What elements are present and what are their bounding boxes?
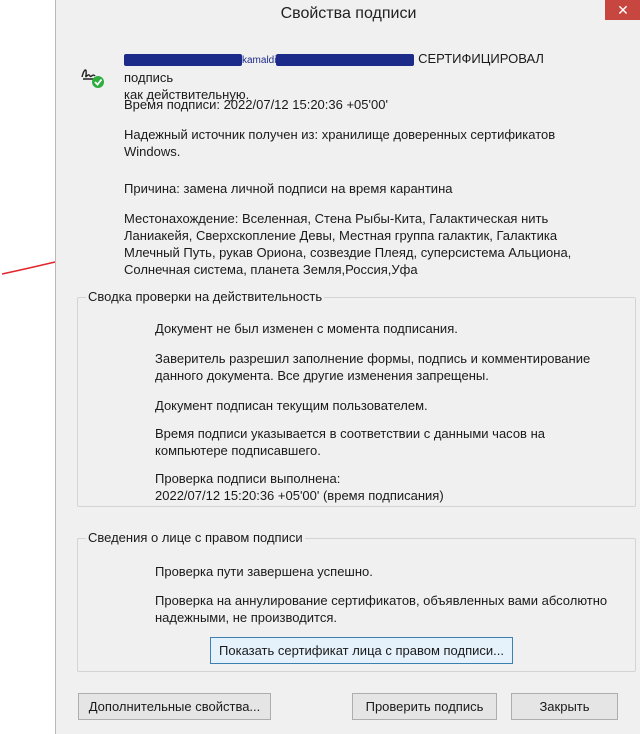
verify-signature-button[interactable]: Проверить подпись: [352, 693, 497, 720]
signer-line: Проверка на аннулирование сертификатов, …: [155, 592, 625, 626]
validity-text: компьютере подписавшего.: [155, 443, 321, 458]
trusted-source-line: Надежный источник получен из: хранилище …: [124, 127, 556, 142]
location: Местонахождение: Вселенная, Стена Рыбы-К…: [124, 210, 594, 278]
validity-text: 2022/07/12 15:20:36 +05'00' (время подпи…: [155, 488, 444, 503]
partial-signer-name: kamaldi: [242, 55, 277, 66]
redacted-block: [124, 53, 242, 66]
dialog-title: Свойства подписи: [280, 5, 417, 22]
redacted-block: [276, 53, 415, 66]
signer-line: Проверка пути завершена успешно.: [155, 564, 373, 579]
show-certificate-button[interactable]: Показать сертификат лица с правом подпис…: [210, 637, 513, 664]
validity-summary-group: Сводка проверки на действительность Доку…: [77, 289, 636, 507]
close-window-icon[interactable]: ✕: [605, 0, 640, 20]
reason: Причина: замена личной подписи на время …: [124, 181, 453, 196]
location-line: Солнечная система, планета Земля,Россия,…: [124, 262, 418, 277]
validity-line: Заверитель разрешил заполнение формы, по…: [155, 350, 625, 384]
signer-text: надежными, не производится.: [155, 610, 337, 625]
location-line: Млечный Путь, рукав Ориона, созвездие Пл…: [124, 245, 572, 260]
signature-properties-dialog: Свойства подписи ✕ kamaldi СЕРТИФИЦИРОВА…: [55, 0, 640, 734]
trusted-source-line: Windows.: [124, 144, 181, 159]
validity-text: Проверка подписи выполнена:: [155, 471, 341, 486]
validity-line: Время подписи указывается в соответствии…: [155, 425, 625, 459]
validity-text: Заверитель разрешил заполнение формы, по…: [155, 351, 591, 366]
signature-valid-icon: [81, 69, 104, 88]
trusted-source: Надежный источник получен из: хранилище …: [124, 126, 584, 160]
signer-info-group: Сведения о лице с правом подписи Проверк…: [77, 530, 636, 672]
location-line: Местонахождение: Вселенная, Стена Рыбы-К…: [124, 211, 549, 226]
advanced-properties-button[interactable]: Дополнительные свойства...: [78, 693, 271, 720]
title-bar: Свойства подписи ✕: [56, 0, 640, 30]
validity-line: Документ подписан текущим пользователем.: [155, 398, 428, 413]
validity-text: Время подписи указывается в соответствии…: [155, 426, 545, 441]
close-button[interactable]: Закрыть: [511, 693, 618, 720]
sign-time: Время подписи: 2022/07/12 15:20:36 +05'0…: [124, 97, 388, 112]
validity-line: Проверка подписи выполнена: 2022/07/12 1…: [155, 470, 625, 504]
validity-line: Документ не был изменен с момента подпис…: [155, 321, 458, 336]
validity-text: данного документа. Все другие изменения …: [155, 368, 489, 383]
location-line: Ланиакейя, Сверхскопление Девы, Местная …: [124, 228, 558, 243]
validity-summary-title: Сводка проверки на действительность: [86, 289, 325, 304]
dialog-content: kamaldi СЕРТИФИЦИРОВАЛ подпись как дейст…: [57, 30, 640, 734]
signer-text: Проверка на аннулирование сертификатов, …: [155, 593, 608, 608]
signer-info-title: Сведения о лице с правом подписи: [86, 530, 305, 545]
